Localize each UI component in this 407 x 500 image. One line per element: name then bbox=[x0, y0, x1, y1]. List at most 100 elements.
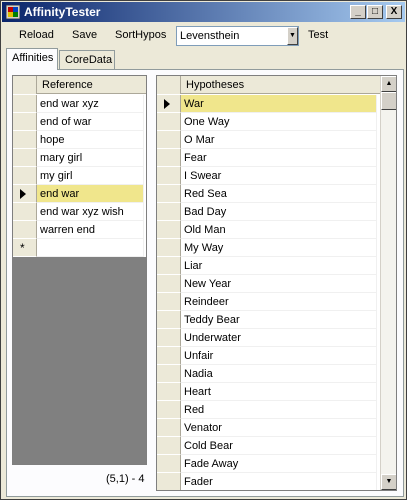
row-header[interactable] bbox=[157, 293, 181, 311]
reference-row[interactable]: my girl bbox=[13, 167, 146, 185]
grid-corner[interactable] bbox=[157, 76, 181, 94]
hypothesis-row[interactable]: Underwater bbox=[157, 329, 396, 347]
hypothesis-row[interactable]: Unfair bbox=[157, 347, 396, 365]
row-header[interactable] bbox=[157, 401, 181, 419]
hypothesis-row[interactable]: Teddy Bear bbox=[157, 311, 396, 329]
reference-cell[interactable]: end war xyz bbox=[37, 95, 144, 113]
hypothesis-row[interactable]: Fear bbox=[157, 149, 396, 167]
row-header[interactable] bbox=[157, 473, 181, 490]
reference-row[interactable]: warren end bbox=[13, 221, 146, 239]
hypothesis-row[interactable]: One Way bbox=[157, 113, 396, 131]
reference-grid[interactable]: Reference end war xyz end of war hope mary … bbox=[12, 75, 147, 465]
row-header[interactable] bbox=[157, 149, 181, 167]
hypothesis-cell[interactable]: Fade Away bbox=[181, 455, 377, 473]
hypothesis-cell[interactable]: New Year bbox=[181, 275, 377, 293]
row-header[interactable] bbox=[157, 437, 181, 455]
row-header[interactable] bbox=[13, 95, 37, 113]
grid-corner[interactable] bbox=[13, 76, 37, 94]
row-header[interactable] bbox=[157, 203, 181, 221]
reference-row[interactable]: end of war bbox=[13, 113, 146, 131]
hypothesis-row[interactable]: Reindeer bbox=[157, 293, 396, 311]
hypothesis-cell[interactable]: War bbox=[181, 95, 377, 113]
hypotheses-column-header[interactable]: Hypotheses bbox=[181, 76, 249, 94]
row-header[interactable] bbox=[157, 95, 181, 113]
new-row[interactable]: * bbox=[13, 239, 146, 257]
reference-cell[interactable]: end war xyz wish bbox=[37, 203, 144, 221]
row-header[interactable]: * bbox=[13, 239, 37, 257]
hypothesis-cell[interactable]: Venator bbox=[181, 419, 377, 437]
hypotheses-grid[interactable]: Hypotheses ▲ ▼ War One Way O Mar Fear I Swea… bbox=[156, 75, 397, 491]
row-header[interactable] bbox=[157, 185, 181, 203]
reference-cell[interactable]: end of war bbox=[37, 113, 144, 131]
row-header[interactable] bbox=[13, 221, 37, 239]
row-header[interactable] bbox=[13, 185, 37, 203]
hypothesis-row[interactable]: War bbox=[157, 95, 396, 113]
row-header[interactable] bbox=[157, 257, 181, 275]
reference-row[interactable]: end war xyz bbox=[13, 95, 146, 113]
new-row-cell[interactable] bbox=[37, 239, 144, 257]
row-header[interactable] bbox=[13, 149, 37, 167]
hypothesis-cell[interactable]: One Way bbox=[181, 113, 377, 131]
minimize-button[interactable]: _ bbox=[350, 5, 366, 19]
hypothesis-cell[interactable]: Red Sea bbox=[181, 185, 377, 203]
row-header[interactable] bbox=[157, 167, 181, 185]
hypothesis-row[interactable]: O Mar bbox=[157, 131, 396, 149]
algorithm-select[interactable]: Levensthein ▼ bbox=[176, 26, 299, 46]
row-header[interactable] bbox=[13, 113, 37, 131]
hypothesis-row[interactable]: Red Sea bbox=[157, 185, 396, 203]
hypothesis-row[interactable]: Nadia bbox=[157, 365, 396, 383]
row-header[interactable] bbox=[157, 383, 181, 401]
hypothesis-cell[interactable]: Heart bbox=[181, 383, 377, 401]
hypothesis-cell[interactable]: I Swear bbox=[181, 167, 377, 185]
row-header[interactable] bbox=[157, 239, 181, 257]
hypothesis-cell[interactable]: My Way bbox=[181, 239, 377, 257]
hypothesis-cell[interactable]: Fader bbox=[181, 473, 377, 490]
row-header[interactable] bbox=[157, 365, 181, 383]
hypothesis-cell[interactable]: Teddy Bear bbox=[181, 311, 377, 329]
hypothesis-cell[interactable]: Bad Day bbox=[181, 203, 377, 221]
reference-row[interactable]: end war bbox=[13, 185, 146, 203]
hypothesis-row[interactable]: I Swear bbox=[157, 167, 396, 185]
hypothesis-row[interactable]: Liar bbox=[157, 257, 396, 275]
reference-cell[interactable]: hope bbox=[37, 131, 144, 149]
hypothesis-row[interactable]: Heart bbox=[157, 383, 396, 401]
reference-cell[interactable]: end war bbox=[37, 185, 144, 203]
row-header[interactable] bbox=[13, 131, 37, 149]
hypothesis-cell[interactable]: O Mar bbox=[181, 131, 377, 149]
reference-row[interactable]: end war xyz wish bbox=[13, 203, 146, 221]
reference-cell[interactable]: my girl bbox=[37, 167, 144, 185]
row-header[interactable] bbox=[157, 275, 181, 293]
maximize-button[interactable]: □ bbox=[367, 5, 383, 19]
row-header[interactable] bbox=[157, 113, 181, 131]
close-button[interactable]: X bbox=[386, 5, 402, 19]
hypothesis-row[interactable]: Fade Away bbox=[157, 455, 396, 473]
hypothesis-cell[interactable]: Reindeer bbox=[181, 293, 377, 311]
row-header[interactable] bbox=[157, 131, 181, 149]
row-header[interactable] bbox=[157, 347, 181, 365]
reference-cell[interactable]: warren end bbox=[37, 221, 144, 239]
row-header[interactable] bbox=[13, 167, 37, 185]
hypothesis-row[interactable]: My Way bbox=[157, 239, 396, 257]
reference-column-header[interactable]: Reference bbox=[37, 76, 98, 94]
hypothesis-row[interactable]: Venator bbox=[157, 419, 396, 437]
row-header[interactable] bbox=[157, 455, 181, 473]
hypothesis-cell[interactable]: Red bbox=[181, 401, 377, 419]
reference-row[interactable]: hope bbox=[13, 131, 146, 149]
hypothesis-cell[interactable]: Old Man bbox=[181, 221, 377, 239]
tab-affinities[interactable]: Affinities bbox=[6, 48, 58, 70]
reload-button[interactable]: Reload bbox=[19, 29, 54, 41]
title-bar[interactable]: AffinityTester _ □ X bbox=[2, 2, 405, 22]
hypothesis-row[interactable]: New Year bbox=[157, 275, 396, 293]
reference-cell[interactable]: mary girl bbox=[37, 149, 144, 167]
row-header[interactable] bbox=[157, 329, 181, 347]
hypothesis-cell[interactable]: Underwater bbox=[181, 329, 377, 347]
hypothesis-cell[interactable]: Nadia bbox=[181, 365, 377, 383]
hypothesis-cell[interactable]: Unfair bbox=[181, 347, 377, 365]
tab-coredata[interactable]: CoreData bbox=[59, 50, 115, 70]
row-header[interactable] bbox=[13, 203, 37, 221]
test-button[interactable]: Test bbox=[308, 29, 328, 41]
reference-row[interactable]: mary girl bbox=[13, 149, 146, 167]
hypothesis-cell[interactable]: Fear bbox=[181, 149, 377, 167]
hypothesis-row[interactable]: Cold Bear bbox=[157, 437, 396, 455]
sorthypos-button[interactable]: SortHypos bbox=[115, 29, 166, 41]
